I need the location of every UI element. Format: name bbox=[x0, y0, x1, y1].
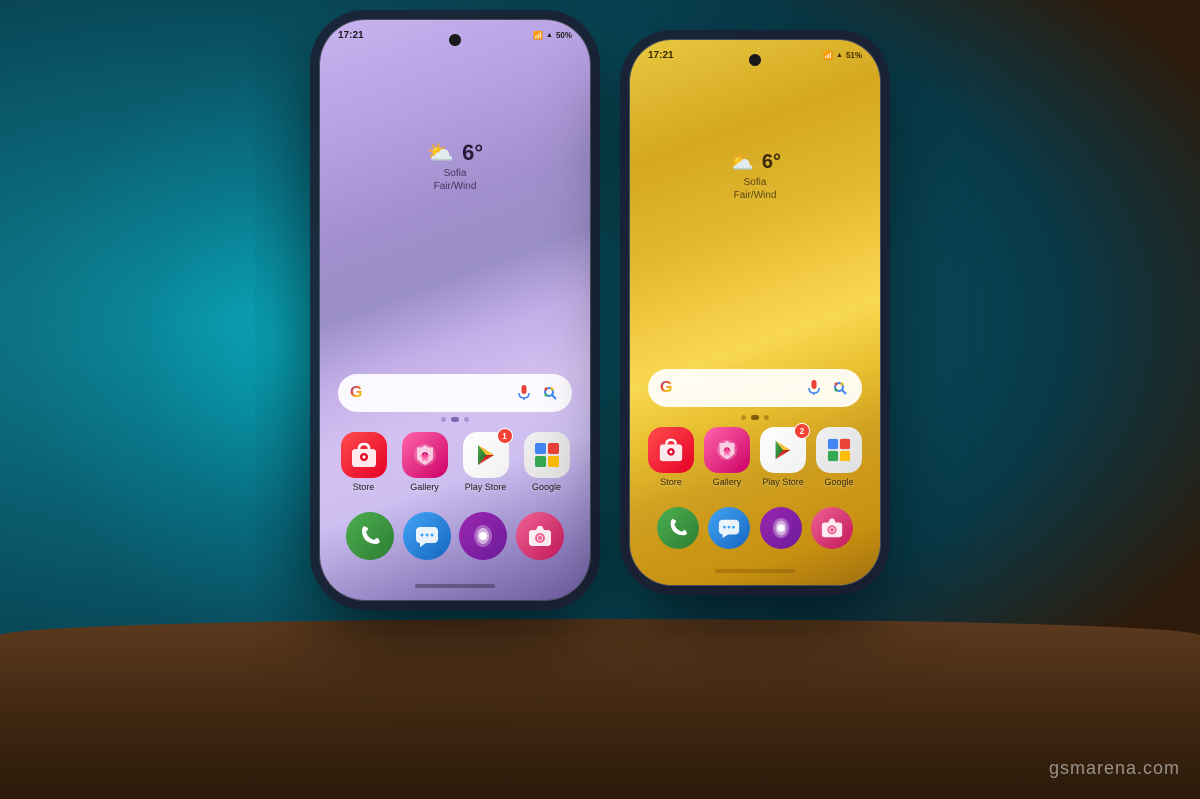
battery-right: 51% bbox=[846, 51, 862, 60]
front-camera-right bbox=[749, 54, 761, 66]
phone-right: 17:21 📶 ▲ 51% ⛅ 6° Sofia Fair/Wind G bbox=[630, 40, 880, 585]
app-grid-right: Store Gallery bbox=[648, 427, 862, 487]
rdot-3 bbox=[764, 415, 769, 420]
app-google-right[interactable]: Google bbox=[816, 427, 862, 487]
weather-condition-right: Fair/Wind bbox=[729, 190, 781, 201]
status-icons-left: 📶 ▲ 50% bbox=[533, 31, 572, 40]
front-camera-left bbox=[449, 34, 461, 46]
battery-left: 50% bbox=[556, 31, 572, 40]
dock-camera-right[interactable] bbox=[811, 507, 853, 549]
time-left: 17:21 bbox=[338, 30, 364, 41]
playstore-badge-left: 1 bbox=[497, 428, 513, 444]
weather-condition-left: Fair/Wind bbox=[427, 181, 483, 192]
signal-icon-right: ▲ bbox=[836, 52, 843, 59]
store-icon-left bbox=[341, 432, 387, 478]
playstore-badge-right: 2 bbox=[794, 423, 810, 439]
dock-messages-right[interactable] bbox=[708, 507, 750, 549]
status-icons-right: 📶 ▲ 51% bbox=[823, 51, 862, 60]
time-right: 17:21 bbox=[648, 50, 674, 61]
phones-container: 17:21 📶 ▲ 50% ⛅ 6° Sofia Fair/Wind G bbox=[320, 20, 880, 600]
google-g-left: G bbox=[350, 384, 362, 402]
google-label-right: Google bbox=[824, 477, 853, 487]
weather-widget-left: ⛅ 6° Sofia Fair/Wind bbox=[427, 140, 483, 192]
google-label-left: Google bbox=[532, 482, 561, 492]
rdot-1 bbox=[741, 415, 746, 420]
wifi-icon: 📶 bbox=[533, 31, 543, 40]
store-icon-right bbox=[648, 427, 694, 473]
weather-city-right: Sofia bbox=[729, 177, 781, 188]
dock-left bbox=[342, 512, 568, 560]
dock-messages-left[interactable] bbox=[403, 512, 451, 560]
app-store-right[interactable]: Store bbox=[648, 427, 694, 487]
gallery-label-right: Gallery bbox=[713, 477, 742, 487]
app-gallery-left[interactable]: Gallery bbox=[399, 432, 450, 492]
playstore-icon-right: 2 bbox=[760, 427, 806, 473]
dock-phone-right[interactable] bbox=[657, 507, 699, 549]
mic-icon-right[interactable] bbox=[804, 378, 824, 398]
page-dots-left bbox=[441, 417, 469, 422]
search-bar-left[interactable]: G bbox=[338, 374, 572, 412]
wifi-icon-right: 📶 bbox=[823, 51, 833, 60]
gallery-label-left: Gallery bbox=[410, 482, 439, 492]
google-icon-left bbox=[524, 432, 570, 478]
app-grid-left: Store Gallery bbox=[338, 432, 572, 492]
dot-1 bbox=[441, 417, 446, 422]
store-label-right: Store bbox=[660, 477, 682, 487]
phone-left: 17:21 📶 ▲ 50% ⛅ 6° Sofia Fair/Wind G bbox=[320, 20, 590, 600]
app-store-left[interactable]: Store bbox=[338, 432, 389, 492]
screen-right: 17:21 📶 ▲ 51% ⛅ 6° Sofia Fair/Wind G bbox=[630, 40, 880, 585]
google-icon-right bbox=[816, 427, 862, 473]
signal-icon: ▲ bbox=[546, 32, 553, 39]
bg-table bbox=[0, 619, 1200, 799]
weather-icon-right: ⛅ bbox=[729, 150, 754, 175]
dock-samsung-right[interactable] bbox=[760, 507, 802, 549]
weather-temp-left: 6° bbox=[462, 140, 483, 166]
dock-samsung-left[interactable] bbox=[459, 512, 507, 560]
search-bar-right[interactable]: G bbox=[648, 369, 862, 407]
app-google-left[interactable]: Google bbox=[521, 432, 572, 492]
screen-left: 17:21 📶 ▲ 50% ⛅ 6° Sofia Fair/Wind G bbox=[320, 20, 590, 600]
watermark: gsmarena.com bbox=[1049, 758, 1180, 779]
gallery-icon-left bbox=[402, 432, 448, 478]
app-playstore-right[interactable]: 2 Play Store bbox=[760, 427, 806, 487]
playstore-label-left: Play Store bbox=[465, 482, 507, 492]
app-playstore-left[interactable]: 1 bbox=[460, 432, 511, 492]
google-g-right: G bbox=[660, 379, 672, 397]
page-dots-right bbox=[741, 415, 769, 420]
dock-camera-left[interactable] bbox=[516, 512, 564, 560]
weather-city-left: Sofia bbox=[427, 168, 483, 179]
home-indicator-left bbox=[415, 584, 495, 588]
lens-icon-left[interactable] bbox=[540, 383, 560, 403]
store-label-left: Store bbox=[353, 482, 375, 492]
weather-widget-right: ⛅ 6° Sofia Fair/Wind bbox=[729, 150, 781, 201]
dot-2-active bbox=[451, 417, 459, 422]
mic-icon-left[interactable] bbox=[514, 383, 534, 403]
playstore-icon-left: 1 bbox=[463, 432, 509, 478]
dot-3 bbox=[464, 417, 469, 422]
playstore-label-right: Play Store bbox=[762, 477, 804, 487]
dock-right bbox=[652, 507, 858, 549]
gallery-icon-right bbox=[704, 427, 750, 473]
rdot-2-active bbox=[751, 415, 759, 420]
app-gallery-right[interactable]: Gallery bbox=[704, 427, 750, 487]
weather-icon-left: ⛅ bbox=[427, 140, 454, 166]
dock-phone-left[interactable] bbox=[346, 512, 394, 560]
home-indicator-right bbox=[715, 569, 795, 573]
lens-icon-right[interactable] bbox=[830, 378, 850, 398]
weather-temp-right: 6° bbox=[762, 151, 781, 174]
